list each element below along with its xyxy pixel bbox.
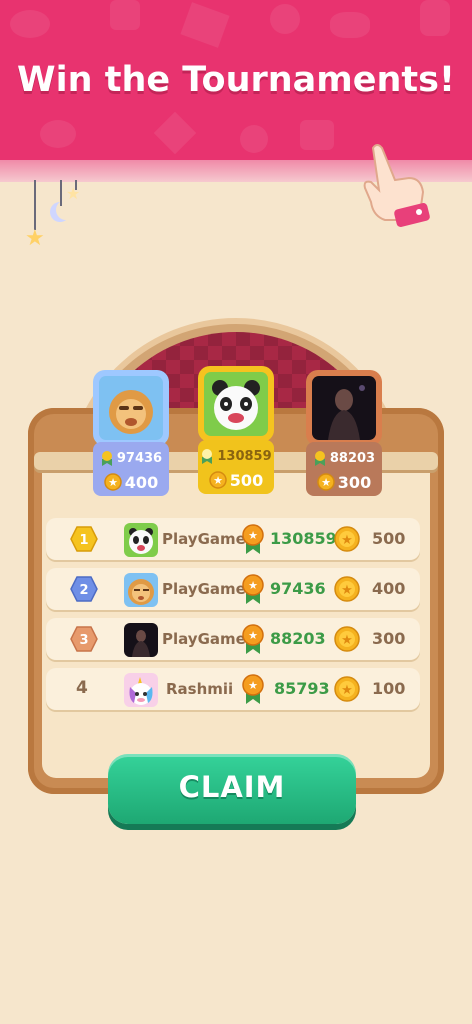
player-score: 97436 [270,579,326,598]
player-name: PlayGame [162,530,246,548]
star-icon: ★ [25,226,45,251]
medal-icon: ★ [242,674,264,704]
player-score: 88203 [270,629,326,648]
medal-icon: ★ [242,524,264,554]
podium-third: 88203 ★ 300 [306,370,382,496]
coin-icon: ★ [334,576,360,602]
rank-number: 1 [79,533,88,548]
player-name: Rashmii [166,680,234,698]
podium-score: 97436 [116,450,163,466]
coin-icon: ★ [334,626,360,652]
claim-button[interactable]: CLAIM [108,754,356,824]
lion-avatar [99,376,163,440]
player-reward: 500 [372,529,406,548]
medal-icon [314,451,325,466]
podium-reward: 300 [337,472,372,492]
coin-icon: ★ [209,471,227,489]
leaderboard-row[interactable]: 3 PlayGame ★ 88203 ★ 300 [46,618,420,660]
svg-text:★: ★ [213,474,223,487]
svg-text:★: ★ [341,533,353,548]
svg-text:★: ★ [248,529,258,542]
svg-text:★: ★ [341,683,353,698]
podium-avatar-frame [93,370,169,446]
player-name: PlayGame [162,630,246,648]
leaderboard-row[interactable]: 1 PlayGame ★ 130859 ★ 500 [46,518,420,560]
page-title: Win the Tournaments! [17,60,455,100]
podium-score: 130859 [217,448,272,464]
podium-plate: 88203 ★ 300 [306,442,382,496]
medal-icon: ★ [242,624,264,654]
leaderboard-row[interactable]: 4 Rashmii ★ 85793 ★ 100 [46,668,420,710]
moon-icon [56,200,76,220]
rank-gold-badge-icon: 1 [70,526,98,552]
unicorn-icon [124,673,158,707]
svg-text:★: ★ [341,633,353,648]
ornament-string [34,180,36,230]
photo-avatar [124,623,158,657]
player-name: PlayGame [162,580,246,598]
coin-icon: ★ [334,526,360,552]
podium-first: 130859 ★ 500 [198,366,274,496]
rank-number: 4 [76,678,88,698]
svg-text:★: ★ [248,629,258,642]
player-reward: 100 [372,679,406,698]
podium-reward: 500 [229,470,264,490]
medal-icon [202,449,213,464]
podium-plate: 97436 ★ 400 [93,442,169,496]
player-score: 130859 [270,529,337,548]
lion-icon [124,573,158,607]
svg-text:★: ★ [248,579,258,592]
podium-second: 97436 ★ 400 [93,370,169,496]
leaderboard-row[interactable]: 2 PlayGame ★ 97436 ★ 400 [46,568,420,610]
coin-icon: ★ [104,473,122,491]
podium-reward: 400 [124,472,159,492]
svg-text:★: ★ [108,476,118,489]
podium-avatar-frame [306,370,382,446]
coin-icon: ★ [334,676,360,702]
podium-avatar-frame [198,366,274,442]
coin-icon: ★ [317,473,335,491]
leaderboard-panel [42,456,430,778]
svg-text:★: ★ [248,679,258,692]
rank-silver-badge-icon: 2 [70,576,98,602]
rank-number: 2 [79,583,88,598]
player-reward: 400 [372,579,406,598]
podium-plate: 130859 ★ 500 [198,440,274,494]
podium-score: 88203 [329,450,376,466]
photo-avatar [312,376,376,440]
star-icon: ★ [66,184,81,203]
rank-bronze-badge-icon: 3 [70,626,98,652]
player-score: 85793 [274,679,330,698]
svg-text:★: ★ [321,476,331,489]
medal-icon: ★ [242,574,264,604]
medal-icon [101,451,112,466]
player-reward: 300 [372,629,406,648]
rank-number: 3 [79,633,88,648]
pointing-hand-icon [363,144,430,227]
svg-text:★: ★ [341,583,353,598]
panda-icon [124,523,158,557]
panda-avatar [204,372,268,436]
